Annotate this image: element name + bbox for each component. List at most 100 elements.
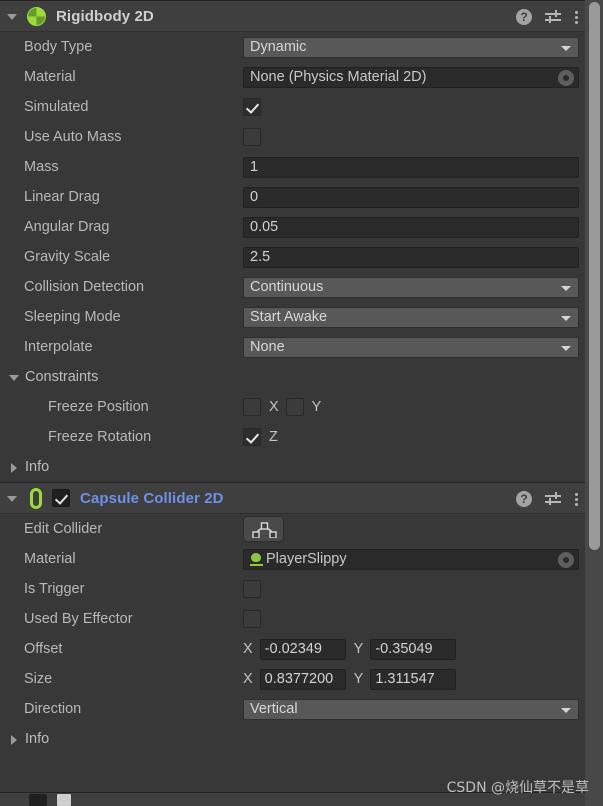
property-label: Used By Effector xyxy=(24,611,243,627)
enable-checkbox[interactable] xyxy=(29,794,47,806)
number-field[interactable]: 2.5 xyxy=(243,247,579,268)
physics-material-icon xyxy=(250,553,263,566)
foldout-row[interactable]: Info xyxy=(0,724,585,754)
object-picker-icon[interactable] xyxy=(558,70,574,86)
component-header-icons: ? xyxy=(516,1,579,33)
component-icon xyxy=(57,794,71,806)
foldout-icon[interactable] xyxy=(8,371,21,384)
rigidbody2d-icon xyxy=(27,7,46,26)
vector2-field: X-0.02349Y-0.35049 xyxy=(243,639,456,660)
object-field[interactable]: None (Physics Material 2D) xyxy=(243,67,579,88)
property-label: Material xyxy=(24,69,243,85)
object-field[interactable]: PlayerSlippy xyxy=(243,549,579,570)
dropdown-value: Start Awake xyxy=(250,309,327,325)
axis-label-x: X xyxy=(243,671,253,687)
axis-label-x: X xyxy=(243,641,253,657)
watermark-text: CSDN @烧仙草不是草 xyxy=(447,777,589,797)
checkbox[interactable] xyxy=(243,580,261,598)
property-row: MaterialNone (Physics Material 2D) xyxy=(0,62,585,92)
foldout-row[interactable]: Info xyxy=(0,452,585,482)
capsule-collider-icon xyxy=(30,488,42,509)
help-icon[interactable]: ? xyxy=(516,9,532,25)
unity-inspector-panel: Rigidbody 2D?Body TypeDynamicMaterialNon… xyxy=(0,0,603,806)
scrollbar-thumb[interactable] xyxy=(589,2,600,550)
property-label: Is Trigger xyxy=(24,581,243,597)
property-field: None xyxy=(243,337,585,358)
component-header-capsulecollider2d[interactable]: Capsule Collider 2D? xyxy=(0,482,585,514)
property-field: None (Physics Material 2D) xyxy=(243,67,585,88)
foldout-label: Info xyxy=(25,459,49,475)
component-title: Rigidbody 2D xyxy=(56,8,154,25)
kebab-menu-icon[interactable] xyxy=(575,9,579,25)
property-field xyxy=(243,610,585,628)
property-field: 1 xyxy=(243,157,585,178)
foldout-row[interactable]: Constraints xyxy=(0,362,585,392)
component-header-icons: ? xyxy=(516,483,579,515)
checkbox[interactable] xyxy=(243,98,261,116)
property-field xyxy=(243,580,585,598)
foldout-icon[interactable] xyxy=(6,793,19,806)
property-label: Angular Drag xyxy=(24,219,243,235)
property-label: Linear Drag xyxy=(24,189,243,205)
component-title: Capsule Collider 2D xyxy=(80,490,224,507)
checkbox-y[interactable] xyxy=(286,398,304,416)
dropdown-field[interactable]: Start Awake xyxy=(243,307,579,328)
number-field[interactable]: 1 xyxy=(243,157,579,178)
property-field: 0 xyxy=(243,187,585,208)
property-label: Use Auto Mass xyxy=(24,129,243,145)
component-header-rigidbody2d[interactable]: Rigidbody 2D? xyxy=(0,0,585,32)
number-field-value: 0.05 xyxy=(250,219,278,235)
property-field xyxy=(243,98,585,116)
component-capsulecollider2d: Capsule Collider 2D?Edit ColliderMateria… xyxy=(0,482,585,754)
checkbox[interactable] xyxy=(243,610,261,628)
chevron-down-icon xyxy=(561,46,571,51)
property-row: Mass1 xyxy=(0,152,585,182)
property-label: Size xyxy=(24,671,243,687)
property-label: Material xyxy=(24,551,243,567)
property-row: Freeze PositionXY xyxy=(0,392,585,422)
property-row: Collision DetectionContinuous xyxy=(0,272,585,302)
property-row: DirectionVertical xyxy=(0,694,585,724)
checkbox-z[interactable] xyxy=(243,428,261,446)
checkbox-x[interactable] xyxy=(243,398,261,416)
dropdown-value: Dynamic xyxy=(250,39,306,55)
kebab-menu-icon[interactable] xyxy=(575,491,579,507)
property-field: PlayerSlippy xyxy=(243,549,585,570)
property-row: InterpolateNone xyxy=(0,332,585,362)
property-field: X0.8377200Y1.311547 xyxy=(243,669,585,690)
vector2-y-input[interactable]: -0.35049 xyxy=(370,639,456,660)
foldout-icon[interactable] xyxy=(6,10,19,23)
dropdown-field[interactable]: Continuous xyxy=(243,277,579,298)
vector2-y-input[interactable]: 1.311547 xyxy=(370,669,456,690)
property-label: Collision Detection xyxy=(24,279,243,295)
property-field: Dynamic xyxy=(243,37,585,58)
vector2-field: X0.8377200Y1.311547 xyxy=(243,669,456,690)
property-row: Body Type Dynamic xyxy=(0,32,585,62)
dropdown-field[interactable]: Vertical xyxy=(243,699,579,720)
property-label: Simulated xyxy=(24,99,243,115)
checkbox[interactable] xyxy=(243,128,261,146)
preset-icon[interactable] xyxy=(545,491,562,507)
number-field[interactable]: 0 xyxy=(243,187,579,208)
component-enable-checkbox[interactable] xyxy=(52,489,70,507)
dropdown-field[interactable]: Dynamic xyxy=(243,37,579,58)
property-label: Body Type xyxy=(24,39,243,55)
property-label: Offset xyxy=(24,641,243,657)
component-rigidbody2d: Rigidbody 2D?Body TypeDynamicMaterialNon… xyxy=(0,0,585,482)
object-picker-icon[interactable] xyxy=(558,552,574,568)
preset-icon[interactable] xyxy=(545,9,562,25)
number-field[interactable]: 0.05 xyxy=(243,217,579,238)
vector2-x-input[interactable]: 0.8377200 xyxy=(260,669,346,690)
foldout-icon[interactable] xyxy=(6,492,19,505)
foldout-icon[interactable] xyxy=(8,733,21,746)
dropdown-field[interactable]: None xyxy=(243,337,579,358)
dropdown-value: Vertical xyxy=(250,701,298,717)
property-field xyxy=(243,128,585,146)
property-field: Start Awake xyxy=(243,307,585,328)
edit-collider-button[interactable] xyxy=(243,516,284,542)
vector2-x-input[interactable]: -0.02349 xyxy=(260,639,346,660)
axis-label-x: X xyxy=(269,399,279,415)
help-icon[interactable]: ? xyxy=(516,491,532,507)
vertical-scrollbar[interactable] xyxy=(585,0,603,806)
foldout-icon[interactable] xyxy=(8,461,21,474)
